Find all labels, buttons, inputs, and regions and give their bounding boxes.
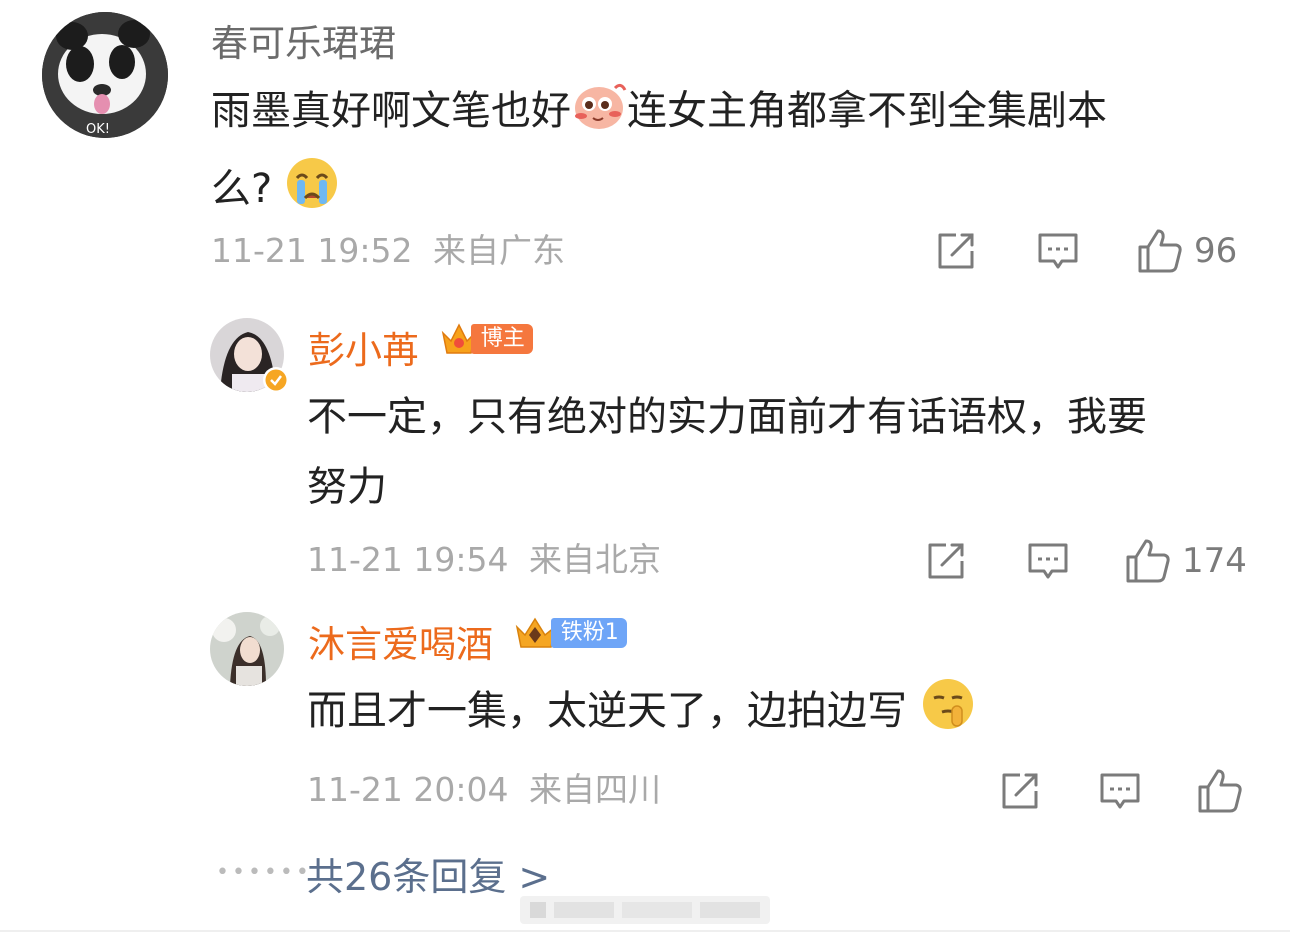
- badge-label: 铁粉1: [550, 618, 627, 648]
- comment-location: 来自北京: [528, 540, 661, 579]
- username-text: 沐言爱喝酒: [308, 623, 493, 666]
- comment-text-part2: 连女主角都拿不到全集剧本: [627, 88, 1107, 134]
- like-count: 174: [1182, 541, 1247, 581]
- divider-dots: ••••••: [216, 860, 312, 885]
- comment-text-line1: 而且才一集，太逆天了，边拍边写: [307, 688, 907, 734]
- repost-button[interactable]: [924, 536, 968, 586]
- like-button[interactable]: [1196, 766, 1244, 816]
- thumbs-up-icon: [1126, 539, 1170, 583]
- comment-date: 11-21 19:52: [211, 231, 413, 270]
- avatar[interactable]: OK!: [42, 12, 168, 138]
- comment-button[interactable]: [1026, 536, 1070, 586]
- comment-date: 11-21 20:04: [307, 770, 509, 809]
- like-count: 96: [1194, 231, 1238, 271]
- comment-text-line1: 不一定，只有绝对的实力面前才有话语权，我要: [307, 394, 1147, 440]
- comment-button[interactable]: [1098, 766, 1142, 816]
- share-icon: [1002, 773, 1038, 809]
- reply-comment: 沐言爱喝酒 铁粉1 而且才一集，太逆天了，边拍边写 11-21 20:04 来自…: [0, 600, 1290, 840]
- username[interactable]: 彭小苒 博主: [308, 322, 533, 373]
- thumbs-up-icon: [1138, 229, 1182, 273]
- username-text: 彭小苒: [308, 329, 419, 372]
- repost-button[interactable]: [998, 766, 1042, 816]
- watermark-logo: [520, 896, 770, 924]
- more-replies-link[interactable]: 共26条回复 >: [306, 854, 550, 900]
- shushing-face-emoji-icon: [920, 676, 976, 754]
- share-icon: [938, 233, 974, 269]
- bottom-divider: [0, 930, 1290, 932]
- avatar[interactable]: [210, 612, 284, 686]
- blogger-badge: 博主: [439, 322, 533, 356]
- crying-face-emoji-icon: [285, 156, 339, 232]
- comment-text-part1: 雨墨真好啊文笔也好: [211, 88, 571, 134]
- like-button[interactable]: 174: [1124, 536, 1247, 586]
- like-button[interactable]: 96: [1136, 226, 1237, 276]
- comment-icon: [1100, 773, 1140, 809]
- top-comment: OK! 春可乐珺珺 雨墨真好啊文笔也好 连女主角都拿不到全集剧本 么? 11-21…: [0, 0, 1290, 300]
- comment-text-line2: 努力: [307, 464, 387, 510]
- user-avatar-image: [210, 318, 289, 393]
- comment-actions: 96: [930, 226, 1260, 276]
- username[interactable]: 沐言爱喝酒 铁粉1: [308, 616, 627, 667]
- avatar[interactable]: [210, 318, 289, 393]
- comment-icon: [1028, 543, 1068, 579]
- badge-label: 博主: [470, 324, 533, 354]
- comment-meta: 11-21 20:04 来自四川: [307, 770, 661, 810]
- comment-button[interactable]: [1036, 226, 1080, 276]
- fan-badge: 铁粉1: [513, 616, 627, 650]
- comment-location: 来自广东: [432, 231, 565, 270]
- thumbs-up-icon: [1198, 769, 1242, 813]
- comment-actions: [994, 766, 1260, 816]
- comment-text: 而且才一集，太逆天了，边拍边写: [307, 676, 1267, 754]
- repost-button[interactable]: [934, 226, 978, 276]
- comment-date: 11-21 19:54: [307, 540, 509, 579]
- comment-meta: 11-21 19:52 来自广东: [211, 231, 565, 271]
- comment-actions: 174: [920, 536, 1260, 586]
- user-avatar-image: [210, 612, 284, 686]
- comment-icon: [1038, 233, 1078, 269]
- panda-avatar-image: OK!: [42, 12, 168, 138]
- comment-location: 来自四川: [528, 770, 661, 809]
- comment-meta: 11-21 19:54 来自北京: [307, 540, 661, 580]
- avatar-label: OK!: [86, 122, 110, 137]
- comment-text: 雨墨真好啊文笔也好 连女主角都拿不到全集剧本 么?: [211, 76, 1251, 232]
- share-icon: [928, 543, 964, 579]
- comment-text-line2: 么?: [211, 166, 273, 212]
- comment-text: 不一定，只有绝对的实力面前才有话语权，我要 努力: [307, 382, 1267, 522]
- reply-comment: 彭小苒 博主 不一定，只有绝对的实力面前才有话语权，我要 努力 11-21 19…: [0, 300, 1290, 600]
- username[interactable]: 春可乐珺珺: [211, 22, 396, 66]
- blushing-monkey-emoji-icon: [571, 80, 627, 154]
